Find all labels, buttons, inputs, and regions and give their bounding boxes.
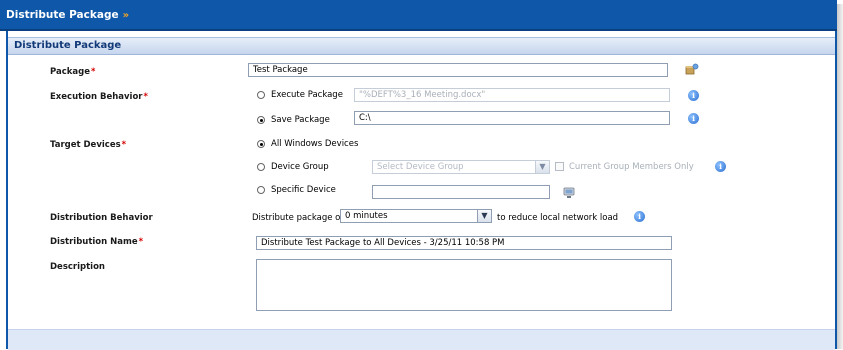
- package-browse-icon[interactable]: [685, 63, 699, 75]
- package-label: Package*: [50, 67, 96, 77]
- radio-all-windows-devices[interactable]: All Windows Devices: [257, 139, 358, 149]
- distribution-prefix-text: Distribute package over: [252, 213, 355, 223]
- distribution-info-icon[interactable]: i: [634, 211, 645, 222]
- distribution-name-label: Distribution Name*: [50, 237, 144, 247]
- distribution-interval-value: 0 minutes: [345, 211, 388, 221]
- title-arrow-icon: »: [122, 10, 130, 21]
- distribution-behavior-label: Distribution Behavior: [50, 213, 153, 223]
- window-title-text: Distribute Package: [6, 9, 119, 21]
- window-title: Distribute Package»: [6, 9, 129, 21]
- execution-behavior-label: Execution Behavior*: [50, 92, 148, 102]
- section-header: Distribute Package: [8, 37, 835, 55]
- radio-device-group-label: Device Group: [271, 162, 329, 172]
- device-group-select[interactable]: Select Device Group ▼: [372, 160, 550, 174]
- execute-package-input[interactable]: "%DEFT%3_16 Meeting.docx": [354, 88, 670, 102]
- package-input[interactable]: Test Package: [248, 63, 668, 77]
- radio-specific-indicator[interactable]: [257, 186, 265, 194]
- distribution-name-input[interactable]: Distribute Test Package to All Devices -…: [256, 236, 672, 250]
- radio-save-indicator[interactable]: [257, 116, 265, 124]
- radio-execute-label: Execute Package: [271, 90, 343, 100]
- radio-specific-label: Specific Device: [271, 185, 336, 195]
- radio-save-package[interactable]: Save Package: [257, 115, 330, 125]
- radio-all-devices-indicator[interactable]: [257, 140, 265, 148]
- target-devices-label: Target Devices*: [50, 140, 127, 150]
- window-shadow: [837, 4, 843, 349]
- required-mark: *: [143, 92, 148, 102]
- radio-device-group-indicator[interactable]: [257, 163, 265, 171]
- radio-specific-device[interactable]: Specific Device: [257, 185, 336, 195]
- required-mark: *: [138, 237, 144, 247]
- section-title: Distribute Package: [14, 40, 122, 51]
- distribution-suffix-text: to reduce local network load: [497, 213, 619, 223]
- distribution-interval-select[interactable]: 0 minutes ▼: [340, 209, 492, 223]
- radio-device-group[interactable]: Device Group: [257, 162, 329, 172]
- required-mark: *: [121, 140, 127, 150]
- save-package-input[interactable]: C:\: [354, 111, 670, 125]
- execute-info-icon[interactable]: i: [688, 90, 699, 101]
- device-group-info-icon[interactable]: i: [715, 161, 726, 172]
- description-textarea[interactable]: [256, 259, 672, 311]
- required-mark: *: [91, 67, 96, 77]
- description-label: Description: [50, 262, 105, 272]
- form-panel: Distribute Package Package* Test Package…: [6, 31, 837, 350]
- window-titlebar: Distribute Package»: [0, 0, 837, 31]
- radio-execute-package[interactable]: Execute Package: [257, 90, 343, 100]
- device-picker-icon[interactable]: [563, 187, 576, 199]
- chevron-down-icon[interactable]: ▼: [535, 161, 549, 173]
- radio-execute-indicator[interactable]: [257, 91, 265, 99]
- radio-save-label: Save Package: [271, 115, 330, 125]
- specific-device-input[interactable]: [372, 185, 550, 199]
- distribute-package-window: Distribute Package» Distribute Package P…: [0, 0, 843, 350]
- footer-band: [8, 329, 835, 350]
- radio-all-devices-label: All Windows Devices: [271, 139, 359, 149]
- current-members-label: Current Group Members Only: [569, 162, 694, 172]
- save-info-icon[interactable]: i: [688, 113, 699, 124]
- chevron-down-icon[interactable]: ▼: [477, 210, 491, 222]
- current-members-checkbox[interactable]: [555, 162, 564, 171]
- device-group-placeholder: Select Device Group: [377, 162, 464, 172]
